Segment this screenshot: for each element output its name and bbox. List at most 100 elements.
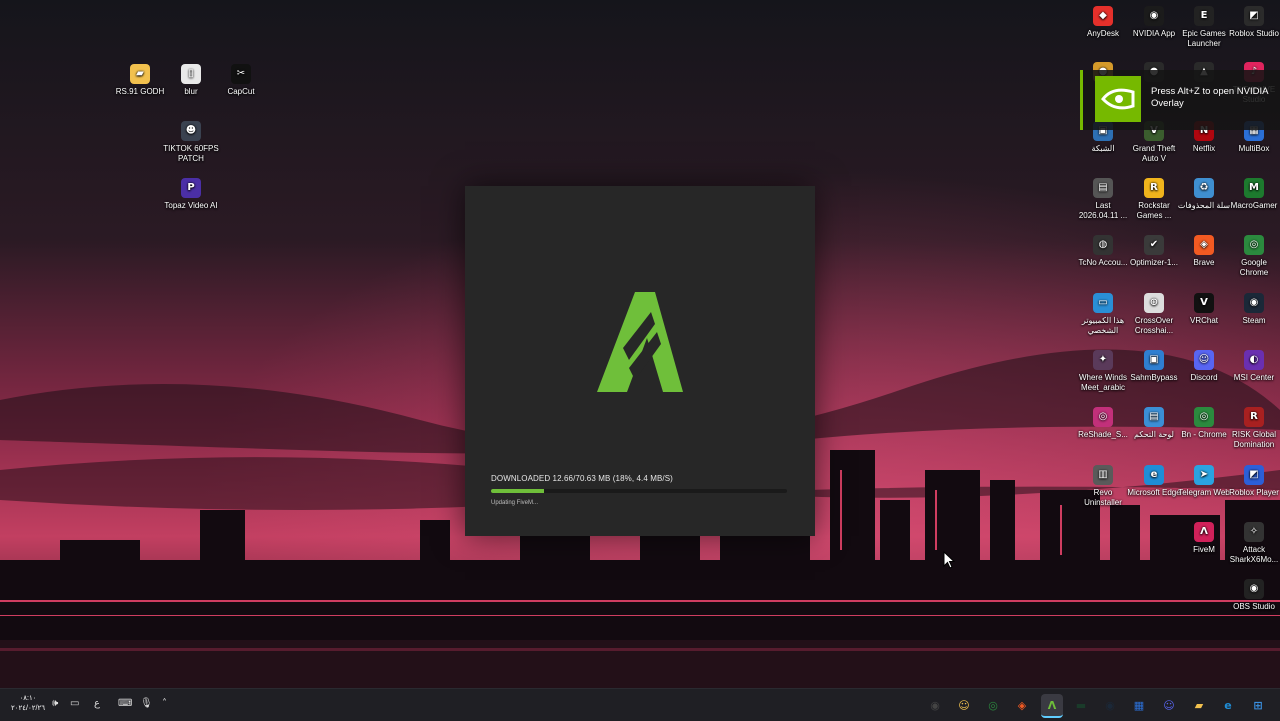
roblox-icon: ◩ bbox=[1244, 465, 1264, 485]
msi-icon: ◐ bbox=[1244, 350, 1264, 370]
obs-icon[interactable]: ◉ bbox=[924, 694, 946, 716]
desktop-icon[interactable]: ✔ Optimizer-1... bbox=[1126, 235, 1182, 268]
chrome-icon: ◎ bbox=[1194, 407, 1214, 427]
desktop-icon[interactable]: ◩ Roblox Player bbox=[1226, 465, 1280, 498]
desktop-icon-label: سلة المحذوفات bbox=[1177, 201, 1231, 210]
desktop-icon-label: Telegram Web bbox=[1178, 488, 1230, 497]
desktop-icon[interactable]: e Microsoft Edge bbox=[1126, 465, 1182, 498]
edge-icon[interactable]: e bbox=[1217, 694, 1239, 716]
update-substatus: Updating FiveM... bbox=[491, 500, 539, 506]
download-progress-bar bbox=[491, 489, 787, 493]
download-progress-fill bbox=[491, 489, 545, 493]
taskbar-clock[interactable]: ٠٨:١٠ ٢٠٢٤/٠٢/٢٦ bbox=[8, 694, 48, 714]
desktop-icon[interactable]: ◍ TcNo Accou... bbox=[1075, 235, 1131, 268]
desktop-icon[interactable]: ◆ AnyDesk bbox=[1075, 6, 1131, 39]
desktop-icon-label: Bn - Chrome bbox=[1181, 430, 1227, 439]
epic-icon: E bbox=[1194, 6, 1214, 26]
desktop-icon[interactable]: ☻ TIKTOK 60FPS PATCH bbox=[163, 121, 219, 163]
desktop-icon-label: Epic Games Launcher bbox=[1182, 29, 1226, 48]
desktop-icon-label: RS.91 GODH bbox=[115, 87, 165, 96]
desktop-icon[interactable]: ◉ OBS Studio bbox=[1226, 579, 1280, 612]
fivem-logo-icon bbox=[597, 292, 683, 392]
desktop-icon[interactable]: ▯ blur bbox=[163, 64, 219, 97]
rockstar-icon: R bbox=[1144, 178, 1164, 198]
store-icon[interactable]: ▦ bbox=[1128, 694, 1150, 716]
file-icon: ▯ bbox=[181, 64, 201, 84]
emoji-icon[interactable]: ☺ bbox=[953, 694, 975, 716]
windows-icon[interactable]: ⊞ bbox=[1247, 694, 1269, 716]
app-icon: ▣ bbox=[1144, 350, 1164, 370]
desktop-icon-label: Microsoft Edge bbox=[1127, 488, 1181, 497]
desktop-icon-label: Optimizer-1... bbox=[1129, 258, 1178, 267]
desktop-icon[interactable]: ◉ Steam bbox=[1226, 293, 1280, 326]
folder-icon: ▰ bbox=[130, 64, 150, 84]
desktop-icon[interactable]: M MacroGamer bbox=[1226, 178, 1280, 211]
desktop-icon[interactable]: ▥ Revo Uninstaller bbox=[1075, 465, 1131, 507]
desktop-icon-label: Roblox Player bbox=[1229, 488, 1279, 497]
chevron-up-icon[interactable]: ˄ bbox=[162, 698, 167, 709]
nvidia-overlay-toast[interactable]: Press Alt+Z to open NVIDIA Overlay bbox=[1080, 70, 1280, 130]
desktop-icon[interactable]: ◐ MSI Center bbox=[1226, 350, 1280, 383]
microphone-icon[interactable]: 🎙 bbox=[140, 698, 153, 709]
desktop-icon[interactable]: Λ FiveM bbox=[1176, 522, 1232, 555]
desktop-icon-label: Attack SharkX6Mo... bbox=[1229, 545, 1279, 564]
desktop-icon[interactable]: V VRChat bbox=[1176, 293, 1232, 326]
language-icon[interactable]: ع bbox=[94, 698, 100, 709]
reshade-icon: ◎ bbox=[1093, 407, 1113, 427]
desktop-icon[interactable]: ◉ NVIDIA App bbox=[1126, 6, 1182, 39]
desktop-icon[interactable]: ▤ Last 2026.04.11 ... bbox=[1075, 178, 1131, 220]
desktop-icon[interactable]: ✂ CapCut bbox=[213, 64, 269, 97]
chrome-icon[interactable]: ◎ bbox=[982, 694, 1004, 716]
clock-date: ٢٠٢٤/٠٢/٢٦ bbox=[11, 705, 45, 712]
desktop-icon[interactable]: R Rockstar Games ... bbox=[1126, 178, 1182, 220]
desktop-icon-label: TcNo Accou... bbox=[1078, 258, 1128, 267]
desktop-icon-label: Steam bbox=[1242, 316, 1266, 325]
nvidia-icon[interactable]: ▬ bbox=[1070, 694, 1092, 716]
taskbar: ٠٨:١٠ ٢٠٢٤/٠٢/٢٦ 🕪 ▭ ع ⌨ 🎙 ˄ ◉ ☺ ◎ ◈ Λ ▬ ◉ ▦ ☺ ▰ e ⊞ bbox=[0, 688, 1280, 721]
desktop-icon-label: CapCut bbox=[227, 87, 255, 96]
desktop-icon[interactable]: P Topaz Video AI bbox=[163, 178, 219, 211]
desktop-icon[interactable]: R RISK Global Domination bbox=[1226, 407, 1280, 449]
desktop-icon-label: Revo Uninstaller bbox=[1084, 488, 1122, 507]
desktop-icon[interactable]: ➤ Telegram Web bbox=[1176, 465, 1232, 498]
volume-icon[interactable]: 🕪 bbox=[52, 698, 58, 709]
desktop-icon-label: Roblox Studio bbox=[1229, 29, 1279, 38]
desktop-icon-label: ReShade_S... bbox=[1078, 430, 1128, 439]
discord-icon[interactable]: ☺ bbox=[1158, 694, 1180, 716]
display-icon[interactable]: ▭ bbox=[70, 698, 79, 709]
brave-icon: ◈ bbox=[1194, 235, 1214, 255]
desktop-icon[interactable]: ✧ Attack SharkX6Mo... bbox=[1226, 522, 1280, 564]
desktop-icon[interactable]: ▣ SahmBypass bbox=[1126, 350, 1182, 383]
brave-icon[interactable]: ◈ bbox=[1011, 694, 1033, 716]
desktop-icon[interactable]: ▭ هذا الكمبيوتر الشخصي bbox=[1075, 293, 1131, 335]
desktop-icon[interactable]: ◩ Roblox Studio bbox=[1226, 6, 1280, 39]
steam-icon: ◉ bbox=[1244, 293, 1264, 313]
desktop-icon[interactable]: ▤ لوحة التحكم bbox=[1126, 407, 1182, 440]
steam-icon[interactable]: ◉ bbox=[1099, 694, 1121, 716]
desktop-icon[interactable]: ▰ RS.91 GODH bbox=[112, 64, 168, 97]
desktop-icon-label: Discord bbox=[1190, 373, 1218, 382]
desktop-icon-label: MacroGamer bbox=[1230, 201, 1278, 210]
desktop-icon[interactable]: E Epic Games Launcher bbox=[1176, 6, 1232, 48]
obs-icon: ◉ bbox=[1244, 579, 1264, 599]
desktop-icon-label: Last 2026.04.11 ... bbox=[1078, 201, 1128, 220]
desktop-icon[interactable]: ◎ Google Chrome bbox=[1226, 235, 1280, 277]
desktop-icon[interactable]: ✦ Where Winds Meet_arabic bbox=[1075, 350, 1131, 392]
desktop-icon-label: Grand Theft Auto V bbox=[1132, 144, 1176, 163]
control-panel-icon: ▤ bbox=[1144, 407, 1164, 427]
fivem-icon[interactable]: Λ bbox=[1041, 694, 1063, 718]
keyboard-icon[interactable]: ⌨ bbox=[118, 698, 132, 709]
desktop-icon[interactable]: ☺ Discord bbox=[1176, 350, 1232, 383]
folder-icon[interactable]: ▰ bbox=[1188, 694, 1210, 716]
desktop-icon[interactable]: ◈ Brave bbox=[1176, 235, 1232, 268]
attack-shark-icon: ✧ bbox=[1244, 522, 1264, 542]
vrchat-icon: V bbox=[1194, 293, 1214, 313]
desktop-icon[interactable]: ◎ Bn - Chrome bbox=[1176, 407, 1232, 440]
desktop-icon-label: Netflix bbox=[1192, 144, 1216, 153]
clock-time: ٠٨:١٠ bbox=[19, 695, 37, 702]
desktop-icon[interactable]: ⊕ CrossOver Crosshai... bbox=[1126, 293, 1182, 335]
risk-icon: R bbox=[1244, 407, 1264, 427]
game-icon: ✦ bbox=[1093, 350, 1113, 370]
desktop-icon[interactable]: ♻ سلة المحذوفات bbox=[1176, 178, 1232, 211]
desktop-icon[interactable]: ◎ ReShade_S... bbox=[1075, 407, 1131, 440]
